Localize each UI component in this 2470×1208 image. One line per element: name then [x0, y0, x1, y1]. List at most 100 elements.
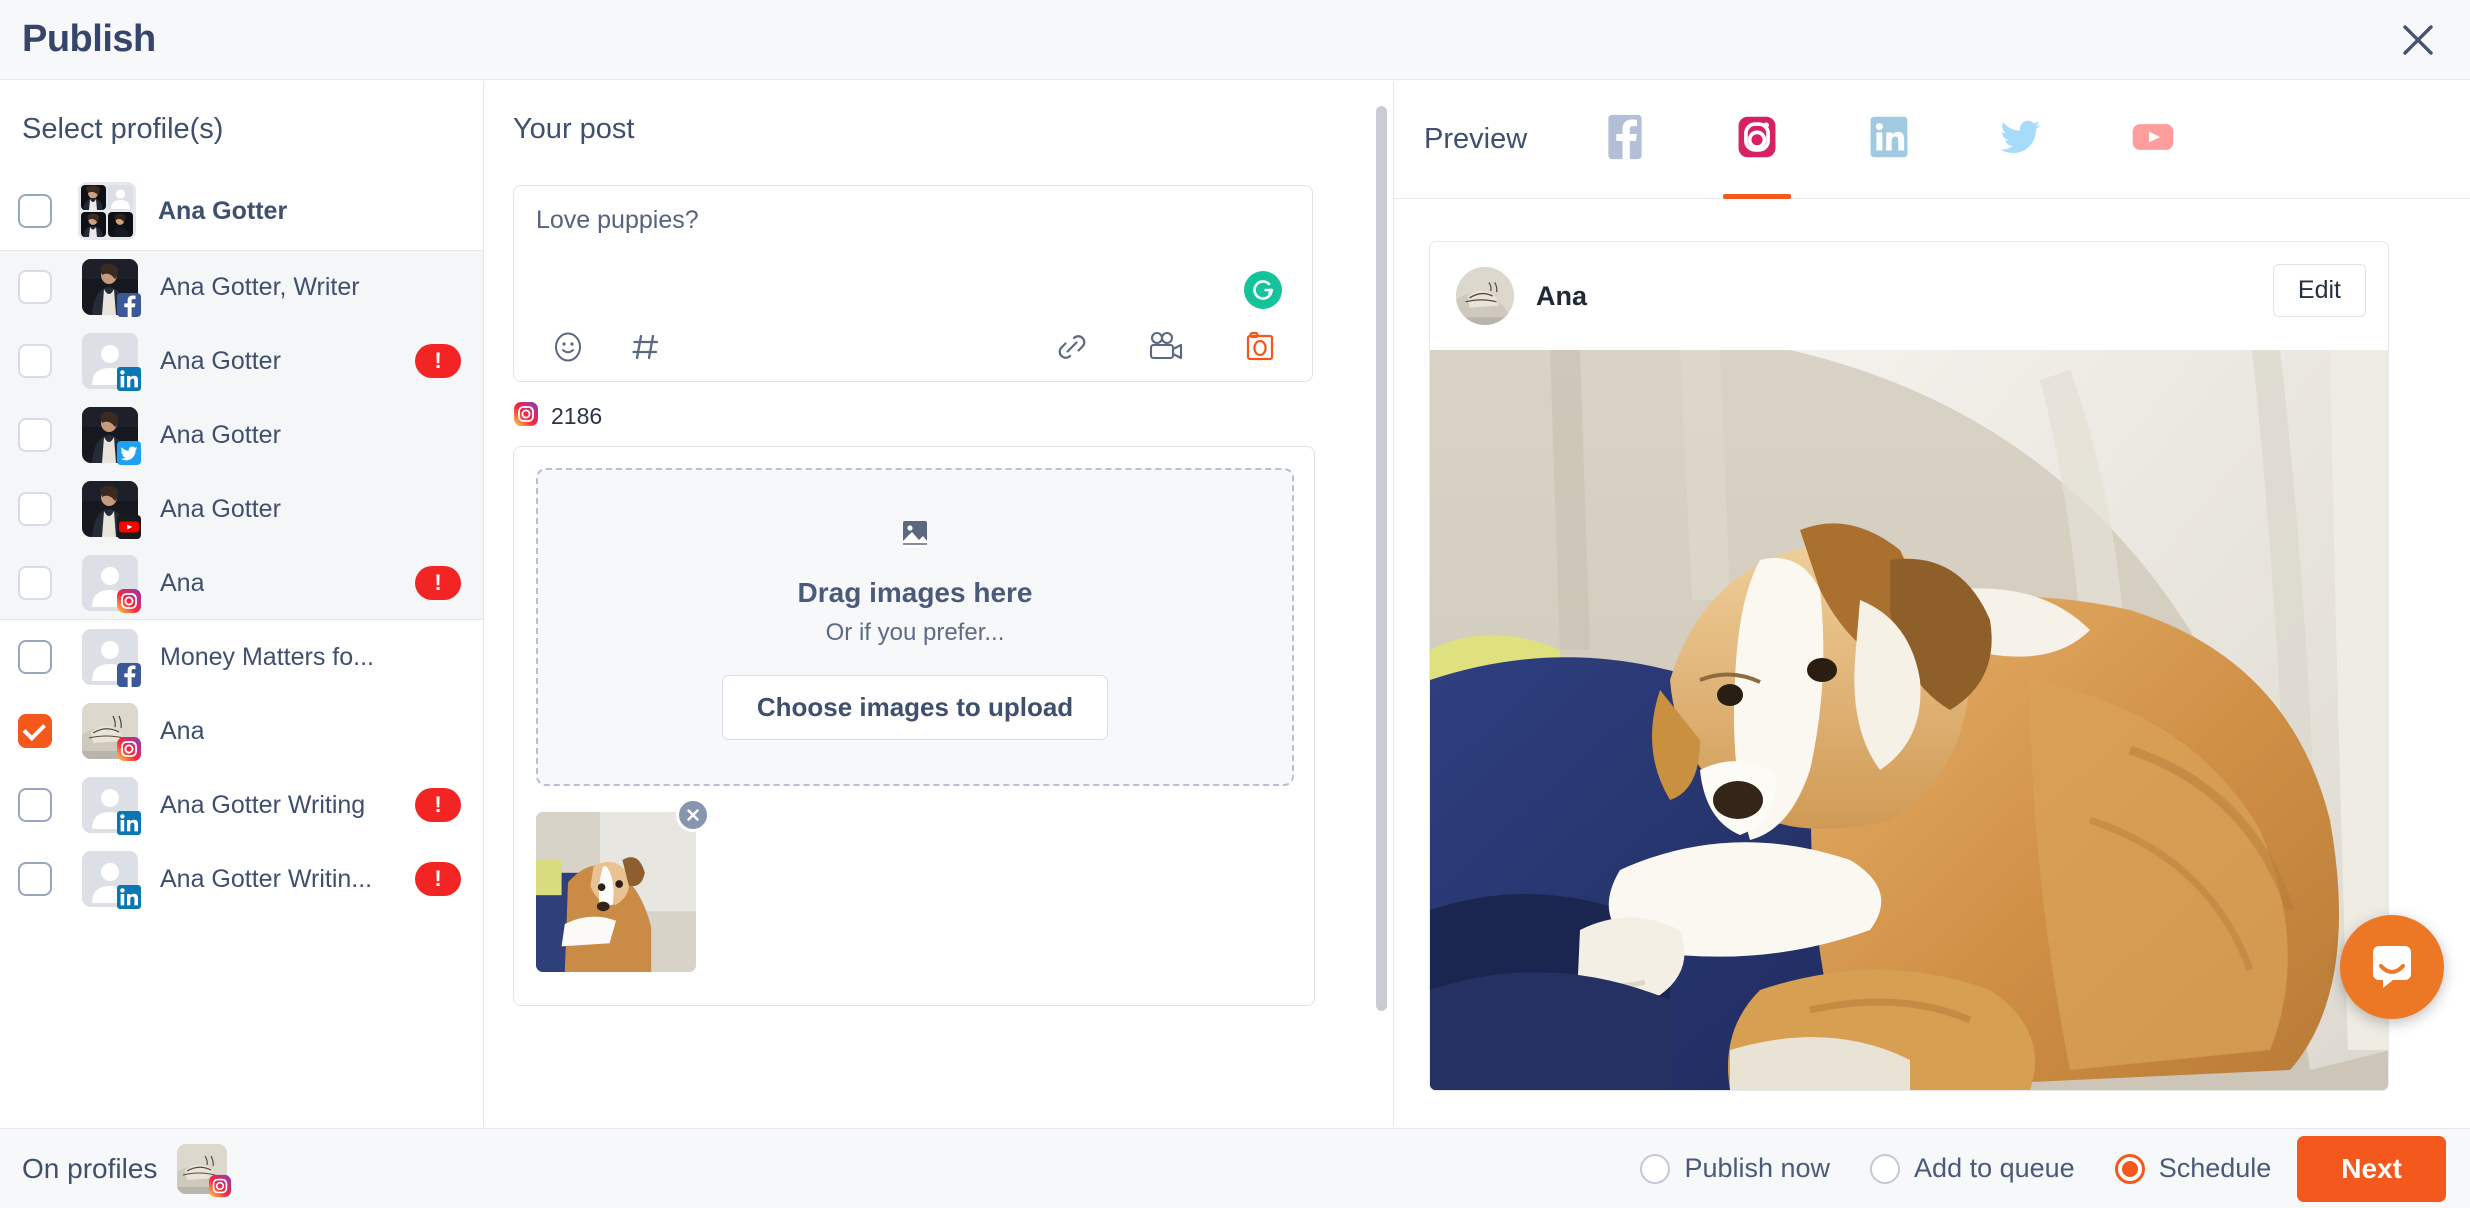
- profile-name: Ana: [160, 716, 205, 745]
- dropzone-title: Drag images here: [797, 577, 1033, 608]
- grammarly-icon[interactable]: [1244, 271, 1282, 309]
- profile-row[interactable]: Ana Gotter, Writer: [0, 250, 483, 324]
- dropzone-subtitle: Or if you prefer...: [825, 619, 1005, 646]
- profile-name: Ana Gotter Writin...: [160, 864, 373, 893]
- profile-checkbox[interactable]: [18, 418, 52, 452]
- profile-row[interactable]: Ana Gotter: [0, 472, 483, 546]
- status-badge[interactable]: !: [415, 862, 461, 896]
- next-button[interactable]: Next: [2297, 1135, 2446, 1202]
- link-icon[interactable]: [1046, 321, 1098, 373]
- preview-label: Preview: [1424, 123, 1528, 155]
- selected-profile-avatar[interactable]: [177, 1143, 232, 1197]
- profile-name: Money Matters fo...: [160, 642, 374, 671]
- camera-icon[interactable]: [1234, 321, 1286, 373]
- on-profiles-label: On profiles: [22, 1152, 158, 1184]
- profile-checkbox[interactable]: [18, 492, 52, 526]
- uploaded-image-thumbnail[interactable]: [536, 798, 710, 972]
- emoji-icon[interactable]: [542, 321, 594, 373]
- profile-name: Ana Gotter: [160, 420, 281, 449]
- post-heading: Your post: [513, 113, 635, 145]
- profile-row[interactable]: Ana Gotter Writin...!: [0, 842, 483, 916]
- profile-row[interactable]: Ana Gotter Writing!: [0, 768, 483, 842]
- avatar: [82, 703, 141, 761]
- preview-tab-linkedin[interactable]: [1861, 81, 1917, 199]
- profile-name: Ana Gotter Writing: [160, 790, 366, 819]
- status-badge[interactable]: !: [415, 566, 461, 600]
- avatar: [82, 333, 141, 391]
- profile-row[interactable]: Ana: [0, 694, 483, 768]
- profile-checkbox[interactable]: [18, 788, 52, 822]
- profile-row[interactable]: Ana!: [0, 546, 483, 620]
- video-camera-icon[interactable]: [1140, 321, 1192, 373]
- on-profiles-summary: On profiles: [22, 1143, 232, 1197]
- publish-option[interactable]: Publish now: [1640, 1153, 1830, 1184]
- profile-name: Ana: [160, 568, 205, 597]
- close-icon[interactable]: [2392, 14, 2444, 66]
- chat-bubble-icon[interactable]: [2340, 915, 2444, 1019]
- media-card: Drag images here Or if you prefer... Cho…: [513, 446, 1315, 1006]
- radio-button[interactable]: [2114, 1153, 2145, 1184]
- status-badge[interactable]: !: [415, 344, 461, 378]
- radio-button[interactable]: [1640, 1153, 1671, 1184]
- profile-group: Ana Gotter: [0, 172, 483, 250]
- image-dropzone[interactable]: Drag images here Or if you prefer... Cho…: [536, 468, 1294, 786]
- preview-tab-instagram[interactable]: [1723, 81, 1792, 199]
- profile-checkbox[interactable]: [18, 270, 52, 304]
- character-count-value: 2186: [551, 403, 603, 429]
- avatar-image: [78, 182, 136, 240]
- profile-row[interactable]: Ana Gotter: [0, 398, 483, 472]
- instagram-preview-card: Ana Edit: [1429, 241, 2389, 1091]
- youtube-icon: [116, 514, 142, 540]
- instagram-icon: [208, 1174, 232, 1198]
- preview-tab-youtube[interactable]: [2125, 81, 2181, 199]
- profile-list: Ana Gotter Ana Gotter, Writer Ana Gotter! A…: [0, 172, 483, 916]
- publish-option-label: Schedule: [2158, 1153, 2272, 1183]
- profiles-panel: Select profile(s) Ana Gotter Ana Gotter, …: [0, 81, 484, 1127]
- avatar: [82, 407, 141, 465]
- facebook-icon: [1601, 113, 1649, 166]
- instagram-icon: [116, 588, 142, 614]
- profile-checkbox[interactable]: [18, 566, 52, 600]
- radio-button[interactable]: [1870, 1153, 1901, 1184]
- profile-name: Ana Gotter: [160, 494, 281, 523]
- linkedin-icon: [116, 884, 142, 910]
- post-panel-scrollbar[interactable]: [1376, 106, 1387, 1011]
- profile-checkbox[interactable]: [18, 862, 52, 896]
- profile-checkbox[interactable]: [18, 194, 52, 228]
- thumbnail-image: [536, 812, 696, 972]
- profile-row[interactable]: Ana Gotter!: [0, 324, 483, 398]
- publish-option[interactable]: Add to queue: [1870, 1153, 2075, 1184]
- twitter-icon: [116, 440, 142, 466]
- post-text-input[interactable]: Love puppies?: [514, 186, 1312, 255]
- linkedin-icon: [1865, 113, 1913, 166]
- profile-checkbox[interactable]: [18, 640, 52, 674]
- edit-button[interactable]: Edit: [2272, 264, 2366, 317]
- profiles-heading: Select profile(s): [22, 113, 224, 145]
- post-composer[interactable]: Love puppies?: [513, 185, 1313, 382]
- avatar: [1456, 267, 1514, 325]
- hashtag-icon[interactable]: [620, 321, 672, 373]
- profile-checkbox[interactable]: [18, 714, 52, 748]
- status-badge[interactable]: !: [415, 788, 461, 822]
- avatar: [82, 777, 141, 835]
- youtube-icon: [2129, 113, 2177, 166]
- publish-option-label: Publish now: [1684, 1153, 1831, 1183]
- preview-tab-facebook[interactable]: [1597, 81, 1653, 199]
- remove-circle-icon[interactable]: [676, 798, 710, 832]
- publish-option[interactable]: Schedule: [2114, 1153, 2272, 1184]
- profile-checkbox[interactable]: [18, 344, 52, 378]
- instagram-icon: [1733, 113, 1781, 166]
- post-panel: Your post Love puppies? 2186 Drag images…: [485, 81, 1393, 1127]
- profile-row[interactable]: Ana Gotter: [0, 172, 483, 250]
- preview-network-tabs: [1597, 81, 2181, 199]
- window-header: Publish: [0, 0, 2470, 80]
- preview-tab-twitter[interactable]: [1993, 81, 2049, 199]
- preview-panel: Preview Ana Edit: [1393, 81, 2470, 1127]
- publish-mode-options: Publish now Add to queue Schedule: [1640, 1153, 2297, 1184]
- preview-photo: [1430, 350, 2388, 1090]
- choose-images-button[interactable]: Choose images to upload: [721, 675, 1109, 740]
- profile-row[interactable]: Money Matters fo...: [0, 620, 483, 694]
- twitter-icon: [1997, 113, 2045, 166]
- linkedin-icon: [116, 366, 142, 392]
- footer-bar: On profiles Publish now Add to queue Sch…: [0, 1128, 2470, 1208]
